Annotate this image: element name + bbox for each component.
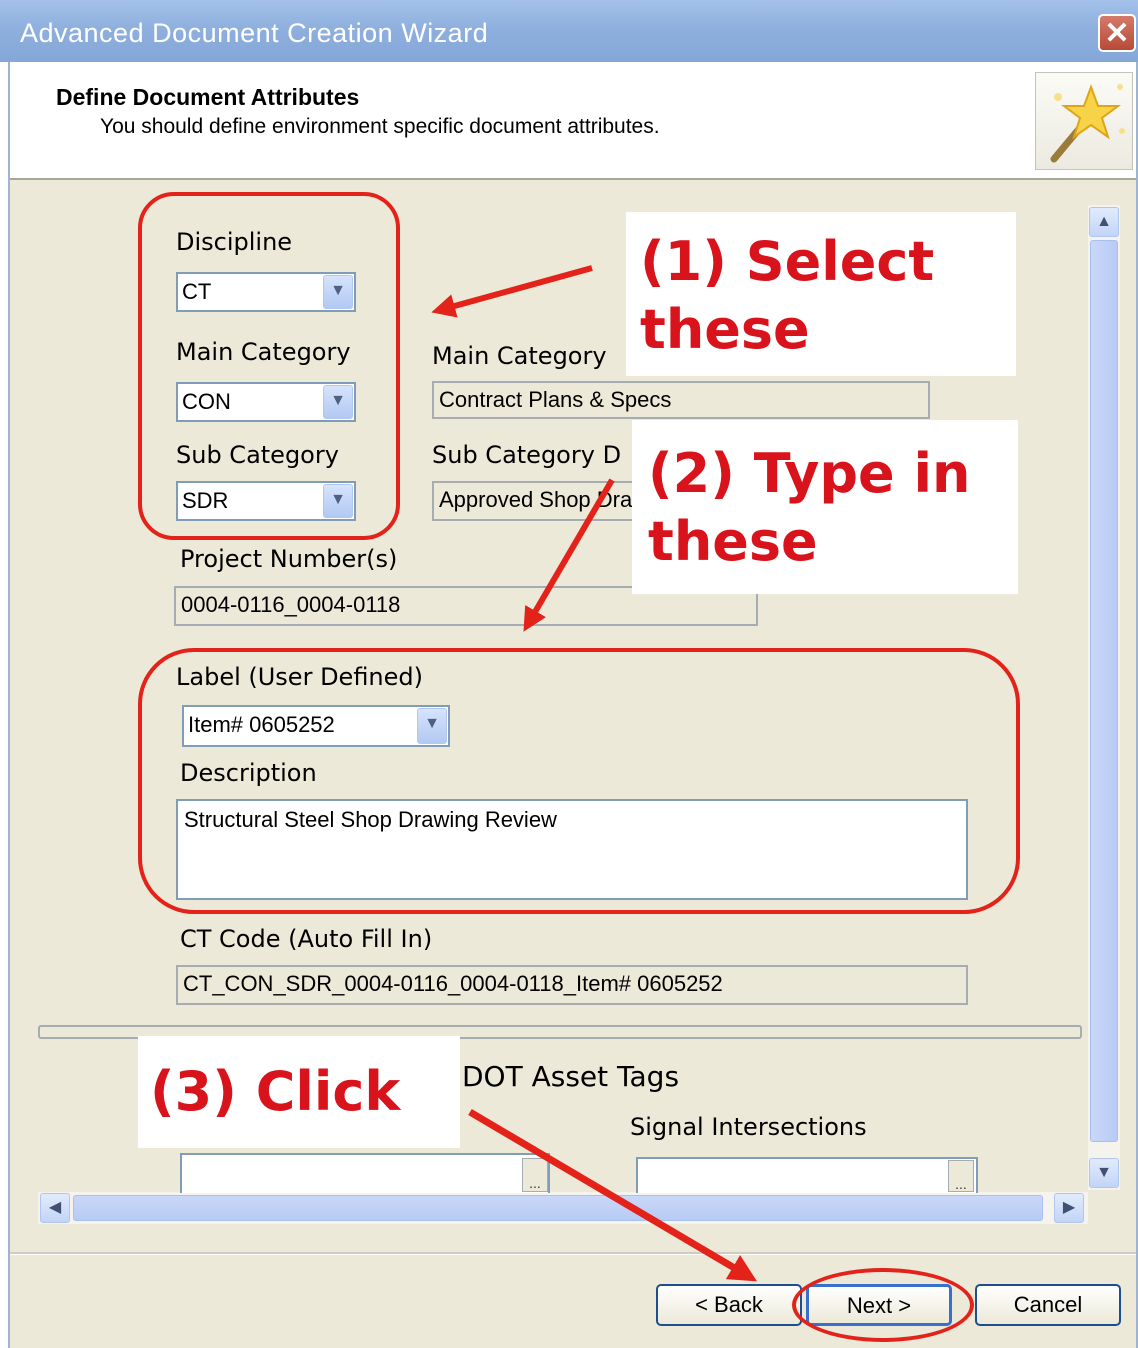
arrow-to-inputs <box>523 478 615 632</box>
arrow-to-next <box>468 1108 758 1282</box>
annotation-arrows <box>431 265 758 1282</box>
arrow-to-selects <box>431 265 593 318</box>
